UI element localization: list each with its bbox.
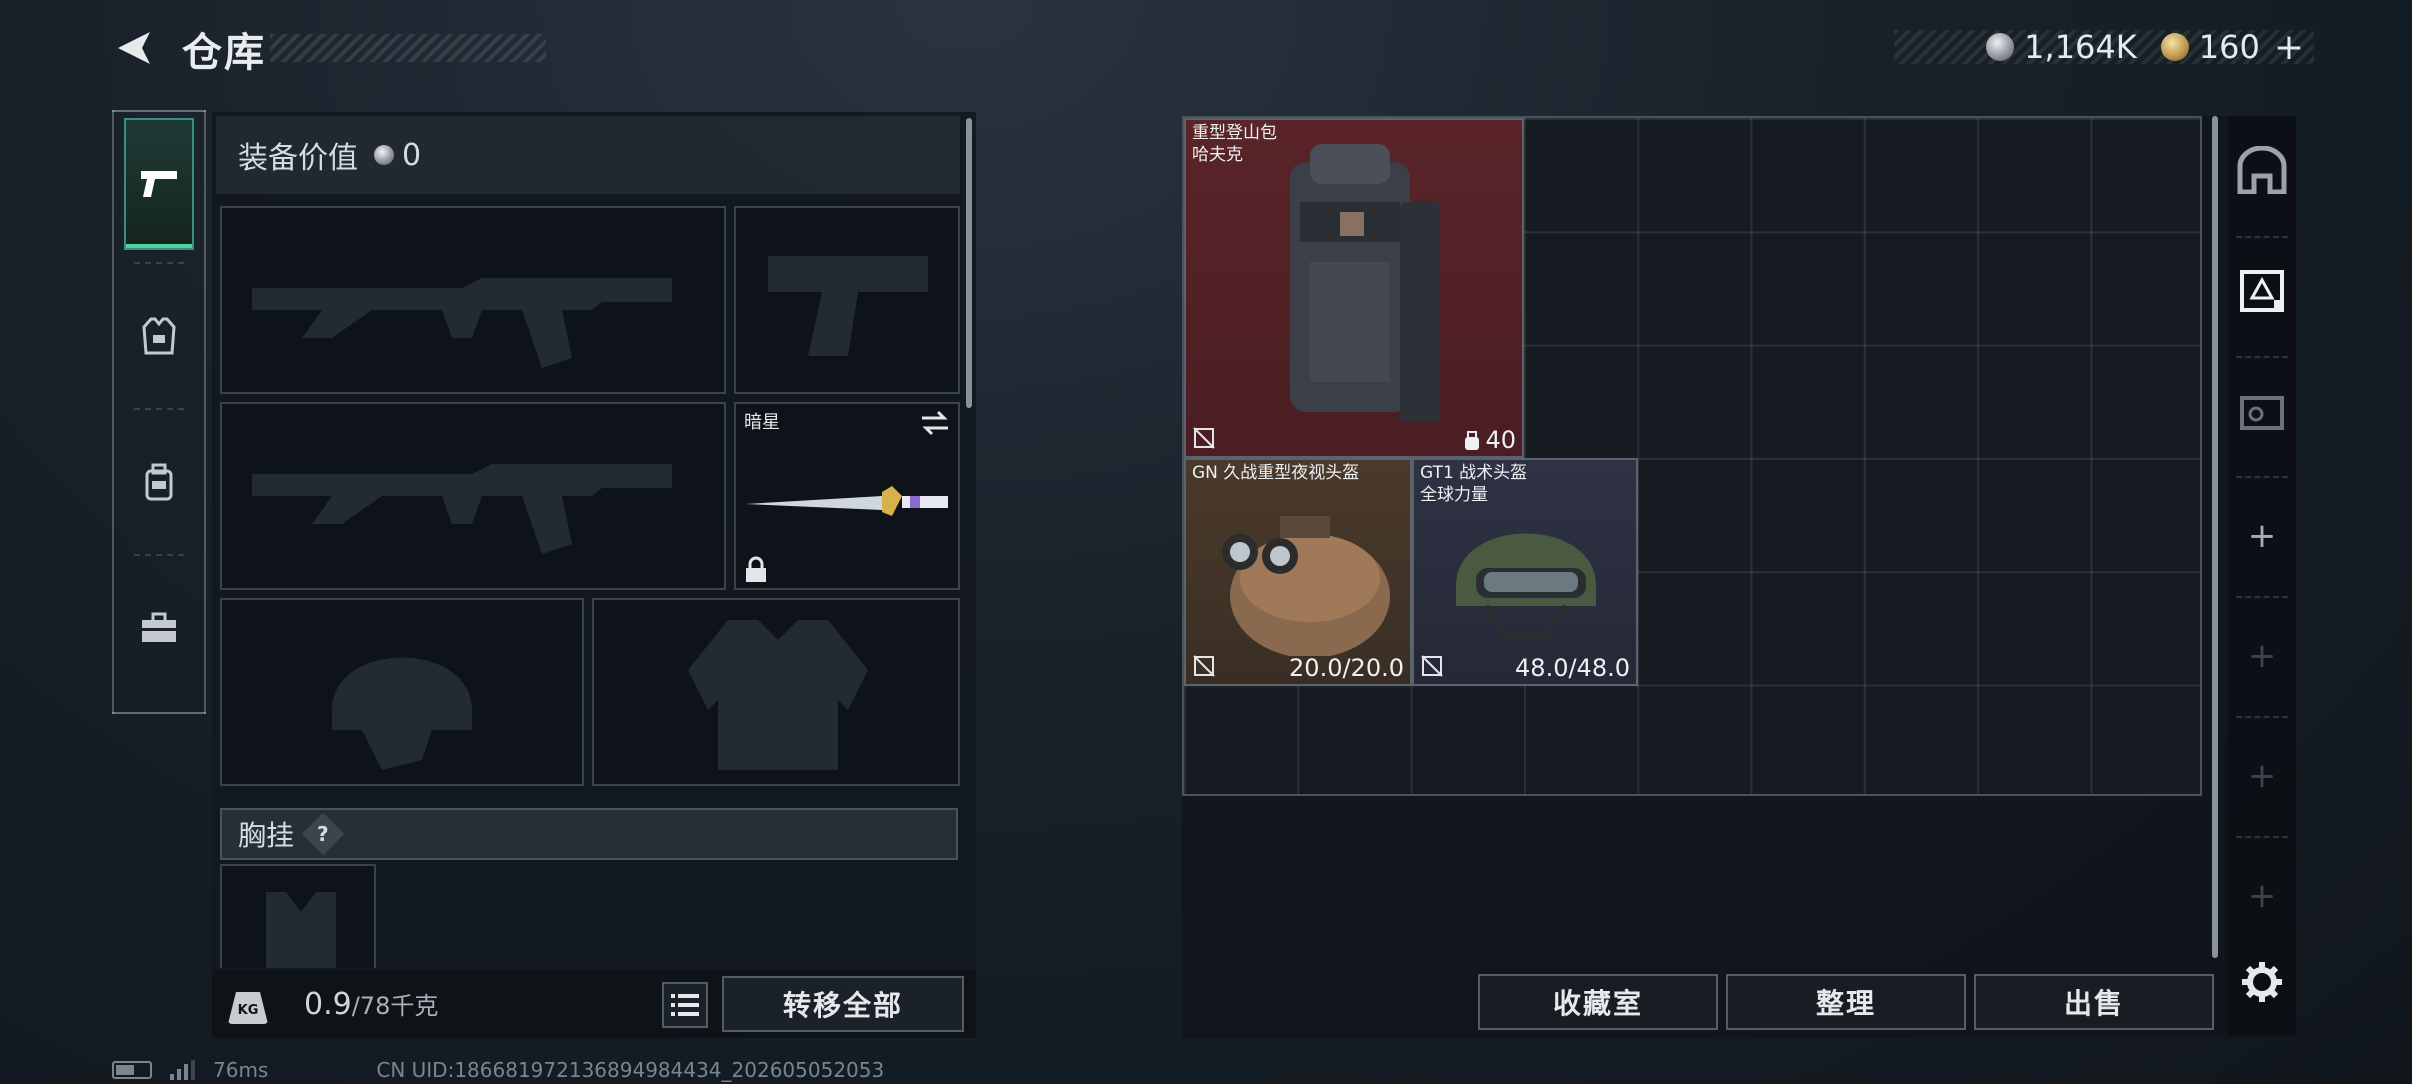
equipment-value-label: 装备价值: [238, 141, 358, 176]
capacity-icon: [1465, 431, 1480, 450]
collection-button[interactable]: 收藏室: [1478, 974, 1718, 1030]
armor-vest-icon: [142, 317, 176, 355]
helmet-slot[interactable]: [220, 598, 584, 786]
uid-readout: CN UID:18668197213689498​4434_2026050520…: [376, 1058, 885, 1082]
stash-tab-1[interactable]: [2228, 236, 2296, 344]
transfer-all-button[interactable]: 转移全部: [722, 976, 964, 1032]
ping-readout: 76ms: [213, 1058, 269, 1082]
item-backpack[interactable]: 重型登山包 哈夫克 40: [1184, 118, 1524, 458]
equipment-footer: KG 0.9/78千克 转移全部: [212, 970, 976, 1038]
item-nvg-helmet[interactable]: GN 久战重型夜视头盔 20.0/20.0: [1184, 458, 1412, 686]
settings-button[interactable]: [2228, 928, 2296, 1036]
backpack-item-image: [1290, 144, 1440, 422]
list-icon: [671, 994, 699, 1016]
currency-bar: 1,164K 160 +: [1894, 27, 2314, 68]
stash-tab-4[interactable]: [2228, 356, 2296, 464]
melee-item-name: 暗星: [744, 412, 780, 433]
no-transfer-icon: [1421, 655, 1443, 677]
vest-silhouette-icon: [688, 620, 868, 770]
locked-stash-slot: +: [2247, 636, 2277, 676]
weight-icon: KG: [228, 992, 268, 1024]
category-rail: [112, 110, 206, 714]
gold-coin-icon: [2160, 33, 2189, 61]
item-durability: 20.0/20.0: [1289, 654, 1404, 682]
helmet-silhouette-icon: [332, 657, 472, 770]
item-durability: 48.0/48.0: [1515, 654, 1630, 682]
no-transfer-icon: [1193, 655, 1215, 677]
stash-panel: 重型登山包 哈夫克 40 GN 久战重型夜视头盔 20.0/20.0 GT1 战…: [1182, 116, 2296, 1038]
lock-icon: [746, 556, 766, 582]
help-icon[interactable]: ?: [301, 812, 345, 856]
silver-coin-icon: [374, 145, 394, 165]
silver-currency-value: 1,164K: [2024, 28, 2137, 66]
item-name: GT1 战术头盔 全球力量: [1420, 463, 1528, 505]
equipment-value-bar: 装备价值 0: [216, 116, 960, 194]
page-title: 仓库: [182, 30, 266, 76]
weight-max: /78千克: [351, 992, 439, 1020]
signal-icon: [170, 1060, 195, 1080]
dagger-icon: [746, 486, 948, 516]
tab-armor[interactable]: [124, 270, 194, 402]
item-name: GN 久战重型夜视头盔: [1192, 463, 1360, 483]
sell-button[interactable]: 出售: [1974, 974, 2214, 1030]
locked-stash-slot: +: [2247, 756, 2277, 796]
primary-weapon-slot-1[interactable]: [220, 206, 726, 394]
gear-icon: [2242, 962, 2282, 1002]
add-currency-button[interactable]: +: [2274, 27, 2304, 68]
tactical-helmet-item-image: [1456, 533, 1596, 639]
pistol-icon: [141, 171, 177, 197]
list-view-button[interactable]: [662, 982, 708, 1028]
equipment-panel: 装备价值 0 暗星 胸挂 ? KG 0.9/78千克 转移全部: [212, 112, 976, 1038]
sidearm-slot[interactable]: [734, 206, 960, 394]
stash-tabs-column: + + + +: [2228, 116, 2296, 1036]
back-arrow-icon[interactable]: [112, 26, 156, 70]
tab-backpack[interactable]: [124, 416, 194, 548]
tab-weapons[interactable]: [124, 118, 194, 250]
rifle-silhouette-icon: [252, 464, 672, 554]
title-decoration: [270, 34, 546, 62]
chest-rig-header: 胸挂 ?: [220, 808, 958, 860]
silver-coin-icon: [1986, 33, 2015, 61]
equipment-value: 0: [402, 137, 422, 173]
stash-grid[interactable]: 重型登山包 哈夫克 40 GN 久战重型夜视头盔 20.0/20.0 GT1 战…: [1182, 116, 2202, 796]
nvg-helmet-item-image: [1222, 516, 1390, 656]
backpack-icon: [145, 463, 173, 501]
equipment-scrollbar[interactable]: [966, 118, 972, 408]
item-capacity: 40: [1463, 426, 1516, 454]
stash-tab-safe[interactable]: [2228, 116, 2296, 224]
armor-slot[interactable]: [592, 598, 960, 786]
add-stash-tab-button[interactable]: +: [2228, 482, 2296, 590]
stash-scrollbar[interactable]: [2212, 116, 2218, 958]
item-tactical-helmet[interactable]: GT1 战术头盔 全球力量 48.0/48.0: [1412, 458, 1638, 686]
rifle-silhouette-icon: [252, 278, 672, 368]
melee-slot[interactable]: 暗星: [734, 402, 960, 590]
battery-icon: [112, 1061, 152, 1079]
organize-button[interactable]: 整理: [1726, 974, 1966, 1030]
no-transfer-icon: [1193, 427, 1215, 449]
tab-toolbox[interactable]: [124, 562, 194, 694]
toolbox-icon: [142, 612, 176, 642]
status-bar: 76ms CN UID:18668197213689498​4434_20260…: [112, 1058, 884, 1082]
item-name: 重型登山包 哈夫克: [1192, 123, 1277, 165]
chest-rig-silhouette-icon: [266, 892, 336, 968]
pistol-silhouette-icon: [768, 256, 928, 356]
safe-box-icon: [2237, 146, 2287, 194]
primary-weapon-slot-2[interactable]: [220, 402, 726, 590]
swap-icon[interactable]: [920, 410, 950, 436]
chest-rig-label: 胸挂: [238, 819, 295, 852]
stash-tab-1-icon: [2240, 270, 2284, 312]
weight-readout: 0.9/78千克: [304, 986, 438, 1022]
stash-tab-4-icon: [2240, 396, 2284, 430]
chest-rig-slot[interactable]: [220, 864, 376, 968]
gold-currency-value: 160: [2198, 28, 2260, 66]
weight-current: 0.9: [304, 987, 352, 1022]
